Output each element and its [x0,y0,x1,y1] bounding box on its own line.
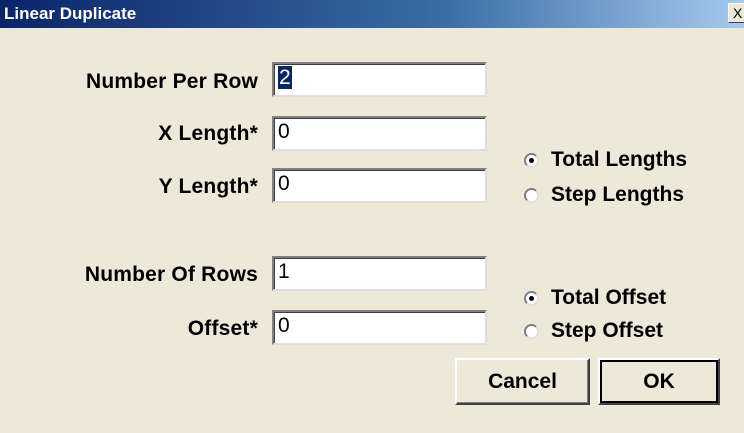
step-lengths-label: Step Lengths [551,183,685,206]
total-lengths-radio[interactable]: Total Lengths [524,148,687,172]
number-of-rows-input[interactable]: 1 [272,256,487,291]
number-per-row-label: Number Per Row [86,70,258,93]
number-of-rows-label: Number Of Rows [84,263,258,286]
step-lengths-radio[interactable]: Step Lengths [524,183,684,207]
offset-input[interactable]: 0 [272,310,487,345]
ok-button[interactable]: OK [598,358,720,405]
number-of-rows-value: 1 [278,260,290,283]
cancel-button[interactable]: Cancel [455,358,590,405]
title-bar[interactable]: Linear Duplicate X [0,0,744,28]
total-lengths-radio-indicator [524,152,539,168]
window-title: Linear Duplicate [4,4,137,23]
total-offset-label: Total Offset [551,286,667,309]
total-lengths-label: Total Lengths [551,148,688,171]
close-button[interactable]: X [728,3,744,23]
offset-value: 0 [278,314,290,337]
step-offset-label: Step Offset [551,319,664,342]
offset-label: Offset* [187,317,258,340]
y-length-input[interactable]: 0 [272,168,487,203]
y-length-value: 0 [278,172,290,195]
total-offset-radio-indicator [524,290,539,306]
linear-duplicate-dialog: Linear Duplicate X Number Per Row 2 X Le… [0,0,744,433]
x-length-input[interactable]: 0 [272,116,487,151]
step-offset-radio-indicator [524,323,539,339]
number-per-row-input[interactable]: 2 [272,62,487,97]
step-lengths-radio-indicator [524,187,539,203]
x-length-value: 0 [278,120,290,143]
number-per-row-value: 2 [278,66,292,89]
y-length-label: Y Length* [158,175,258,198]
total-offset-radio[interactable]: Total Offset [524,286,666,310]
step-offset-radio[interactable]: Step Offset [524,319,663,343]
x-length-label: X Length* [158,122,258,145]
